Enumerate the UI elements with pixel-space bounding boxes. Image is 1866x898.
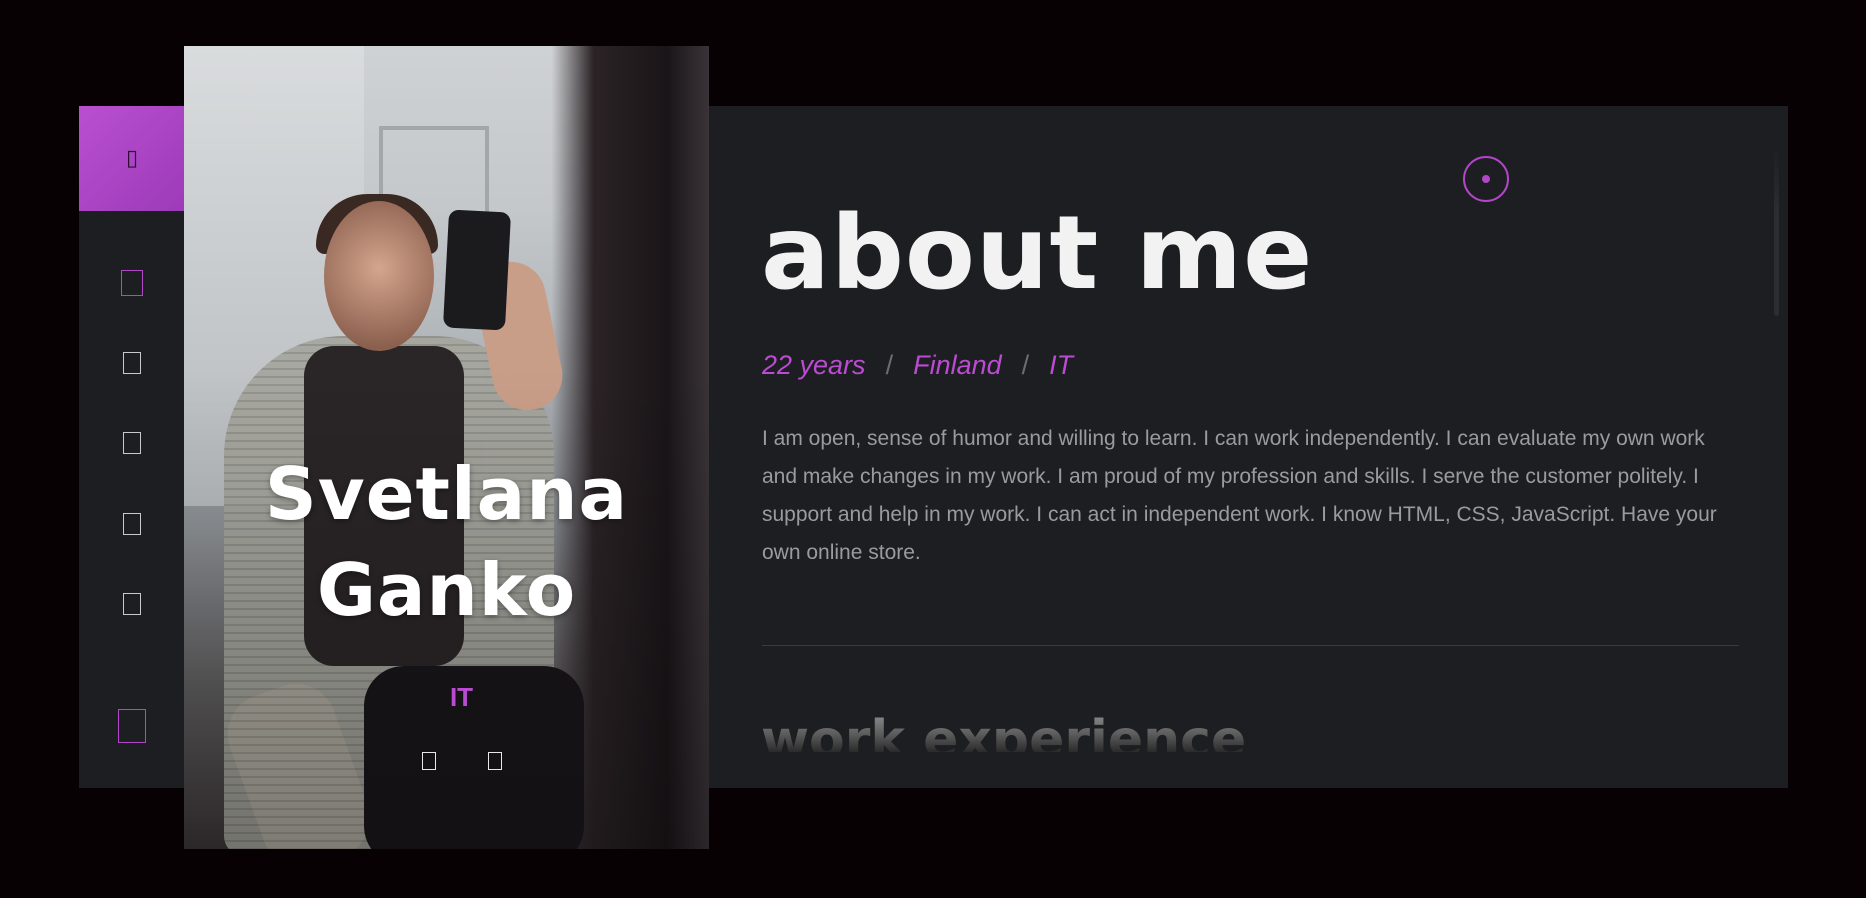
country-label: Finland: [913, 350, 1002, 380]
divider: [762, 645, 1739, 646]
nav-home-button[interactable]: [79, 263, 185, 303]
nav-contact-button[interactable]: [79, 584, 185, 624]
user-icon: [123, 352, 141, 374]
profile-name: Svetlana Ganko: [184, 446, 709, 638]
profile-meta: 22 years / Finland / IT: [762, 350, 1073, 381]
nav-portfolio-button[interactable]: [79, 504, 185, 544]
social-links: [184, 752, 709, 770]
separator: /: [885, 350, 894, 380]
contact-icon: [123, 593, 141, 615]
scrollbar[interactable]: [1774, 146, 1779, 316]
social-icon-1[interactable]: [421, 752, 436, 770]
social-icon-2[interactable]: [487, 752, 502, 770]
profile-photo-card: Svetlana Ganko IT: [184, 46, 709, 849]
field-label: IT: [1049, 350, 1074, 380]
download-button[interactable]: [79, 706, 185, 746]
first-name: Svetlana: [264, 452, 629, 536]
logo-icon: ▯: [125, 146, 139, 171]
separator: /: [1021, 350, 1030, 380]
briefcase-icon: [123, 432, 141, 454]
bio-text: I am open, sense of humor and willing to…: [762, 427, 1717, 564]
download-icon: [118, 709, 146, 743]
nav-about-button[interactable]: [79, 343, 185, 383]
sidebar: ▯: [79, 106, 185, 788]
last-name: Ganko: [316, 548, 577, 632]
age-label: 22 years: [762, 350, 866, 380]
logo-button[interactable]: ▯: [79, 106, 185, 211]
profile-role: IT: [449, 682, 474, 712]
portfolio-icon: [123, 513, 141, 535]
page-title: about me: [761, 194, 1314, 313]
about-panel: about me 22 years / Finland / IT I am open, …: [709, 106, 1788, 788]
record-icon[interactable]: [1463, 156, 1509, 202]
home-icon: [121, 270, 143, 296]
section-title-work-experience: work experience: [761, 710, 1247, 752]
nav-experience-button[interactable]: [79, 423, 185, 463]
